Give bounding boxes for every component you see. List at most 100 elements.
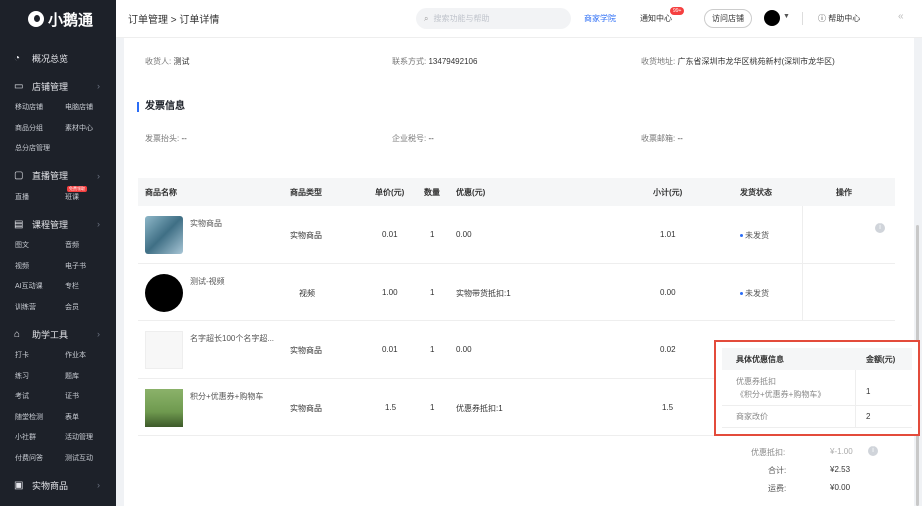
sidebar-item-mobile-store[interactable]: 移动店铺 xyxy=(15,98,65,119)
column-divider xyxy=(802,263,803,321)
chevron-right-icon: › xyxy=(97,81,100,91)
sidebar-item-form[interactable]: 表单 xyxy=(65,408,115,429)
graduation-cap-icon: ⌂ xyxy=(14,328,21,340)
sidebar-group-course[interactable]: ▤ 课程管理 › xyxy=(0,212,116,236)
sidebar-item-community[interactable]: 小社群 xyxy=(15,428,65,449)
sidebar-item-product-group[interactable]: 商品分组 xyxy=(15,119,65,140)
info-icon[interactable]: i xyxy=(868,446,878,456)
sidebar-group-store[interactable]: ▭ 店铺管理 › xyxy=(0,74,116,98)
sidebar-item-quiz[interactable]: 随堂检测 xyxy=(15,408,65,429)
col-action: 操作 xyxy=(836,187,852,197)
video-camera-icon: ▢ xyxy=(14,170,24,181)
sidebar-item-paid-qa[interactable]: 付费问答 xyxy=(15,449,65,470)
quantity: 1 xyxy=(430,345,435,354)
avatar[interactable] xyxy=(764,10,780,26)
quantity: 1 xyxy=(430,287,435,297)
sidebar-item-test-interact[interactable]: 测试互动 xyxy=(65,449,115,470)
sidebar-item-ebook[interactable]: 电子书 xyxy=(65,257,115,278)
info-icon[interactable]: i xyxy=(875,223,885,233)
invoice-tax-id: 企业税号: -- xyxy=(392,134,434,143)
product-thumbnail xyxy=(145,331,183,369)
discount: 0.00 xyxy=(456,230,472,239)
chevron-right-icon: › xyxy=(97,329,100,339)
help-icon: ⓘ xyxy=(818,14,826,23)
sidebar-item-materials[interactable]: 素材中心 xyxy=(65,119,115,140)
total-label: 合计: xyxy=(768,466,787,475)
product-thumbnail xyxy=(145,216,183,254)
col-name: 商品名称 xyxy=(145,187,177,197)
notification-link[interactable]: 通知中心 xyxy=(640,13,672,24)
col-subtotal: 小计(元) xyxy=(653,187,683,197)
book-icon: ▤ xyxy=(14,218,24,230)
logo[interactable]: 小鹅通 xyxy=(0,0,116,38)
col-price: 单价(元) xyxy=(375,187,405,197)
product-name: 积分+优惠券+购物车 xyxy=(190,391,264,401)
table-row: 测试-视频 视频 1.00 1 实物带货抵扣:1 0.00 未发货 xyxy=(138,263,895,321)
chevron-down-icon[interactable]: ▼ xyxy=(783,13,790,20)
search-icon: ⌕ xyxy=(424,13,429,23)
academy-link[interactable]: 商家学院 xyxy=(584,13,616,24)
sidebar-item-question-bank[interactable]: 题库 xyxy=(65,367,115,388)
sidebar-item-column[interactable]: 专栏 xyxy=(65,277,115,298)
receiver-phone: 联系方式: 13479492106 xyxy=(392,57,478,66)
help-center-link[interactable]: ⓘ 帮助中心 xyxy=(818,13,860,24)
invoice-email: 收票邮箱: -- xyxy=(641,134,683,143)
sidebar-item-activity[interactable]: 活动管理 xyxy=(65,428,115,449)
dashboard-icon: ◔ xyxy=(14,52,21,64)
logo-icon xyxy=(28,11,44,27)
product-type: 实物商品 xyxy=(290,231,322,240)
product-type: 实物商品 xyxy=(290,403,322,413)
receiver-address: 收货地址: 广东省深圳市龙华区桃苑新村(深圳市龙华区) xyxy=(641,57,835,66)
discount-type: 商家改价 xyxy=(736,412,768,421)
sidebar-item-camp[interactable]: 训练营 xyxy=(15,298,65,319)
sidebar-item-homework[interactable]: 作业本 xyxy=(65,346,115,367)
sidebar-item-video[interactable]: 视频 xyxy=(15,257,65,278)
freight-label: 运费: xyxy=(768,484,787,493)
sidebar-item-article[interactable]: 图文 xyxy=(15,236,65,257)
sidebar-item-live[interactable]: 直播 xyxy=(15,188,65,209)
subtotal: 0.00 xyxy=(660,287,676,297)
sidebar-item-certificate[interactable]: 证书 xyxy=(65,387,115,408)
subtotal: 0.02 xyxy=(660,345,676,354)
total-value: ¥2.53 xyxy=(830,465,851,474)
sidebar-item-member[interactable]: 会员 xyxy=(65,298,115,319)
subtotal: 1.5 xyxy=(662,402,674,412)
sidebar-item-ai-course[interactable]: AI互动课 xyxy=(15,277,65,298)
product-name: 测试-视频 xyxy=(190,276,225,286)
col-discount: 优惠(元) xyxy=(456,187,486,197)
sidebar-item-exam[interactable]: 考试 xyxy=(15,387,65,408)
visit-store-button[interactable]: 访问店铺 xyxy=(704,9,752,28)
quantity: 1 xyxy=(430,230,435,239)
box-icon: ▣ xyxy=(14,479,24,491)
discount-detail-popover: 具体优惠信息 金额(元) 优惠券抵扣 《积分+优惠券+购物车》 1 商家改价 2 xyxy=(714,340,920,436)
invoice-section-title: 发票信息 xyxy=(137,102,185,112)
shipping-status: 未发货 xyxy=(740,288,769,299)
freight-value: ¥0.00 xyxy=(830,483,851,492)
sidebar-item-practice[interactable]: 练习 xyxy=(15,367,65,388)
status-dot xyxy=(740,234,743,238)
sidebar-item-overview[interactable]: ◔ 概况总览 xyxy=(0,46,116,70)
sidebar-item-class[interactable]: 免费领取 班课 xyxy=(65,185,115,209)
status-dot xyxy=(740,291,743,295)
top-bar: 订单管理 > 订单详情 ⌕ 搜索功能与帮助 商家学院 通知中心 99+ 访问店铺… xyxy=(116,0,922,38)
sidebar-group-live[interactable]: ▢ 直播管理 › xyxy=(0,164,116,188)
sidebar-group-physical[interactable]: ▣ 实物商品 › xyxy=(0,473,116,497)
sidebar-item-branch-store[interactable]: 总分店管理 xyxy=(15,139,65,160)
unit-price: 0.01 xyxy=(382,230,398,239)
sidebar-group-tools[interactable]: ⌂ 助学工具 › xyxy=(0,322,116,346)
notification-badge: 99+ xyxy=(670,7,685,15)
col-status: 发货状态 xyxy=(740,187,772,197)
shipping-status: 未发货 xyxy=(740,230,769,241)
collapse-icon[interactable]: « xyxy=(898,11,904,22)
sidebar-item-pc-store[interactable]: 电脑店铺 xyxy=(65,98,115,119)
sidebar-item-checkin[interactable]: 打卡 xyxy=(15,346,65,367)
breadcrumb[interactable]: 订单管理 > 订单详情 xyxy=(128,11,219,26)
discount-amount: 2 xyxy=(866,412,871,421)
col-type: 商品类型 xyxy=(290,187,322,197)
discount: 实物带货抵扣:1 xyxy=(456,288,511,298)
receiver-name: 收货人: 测试 xyxy=(145,57,190,66)
sidebar-item-audio[interactable]: 音频 xyxy=(65,236,115,257)
search-input[interactable]: ⌕ 搜索功能与帮助 xyxy=(416,8,571,29)
subtotal: 1.01 xyxy=(660,230,676,239)
unit-price: 0.01 xyxy=(382,345,398,354)
